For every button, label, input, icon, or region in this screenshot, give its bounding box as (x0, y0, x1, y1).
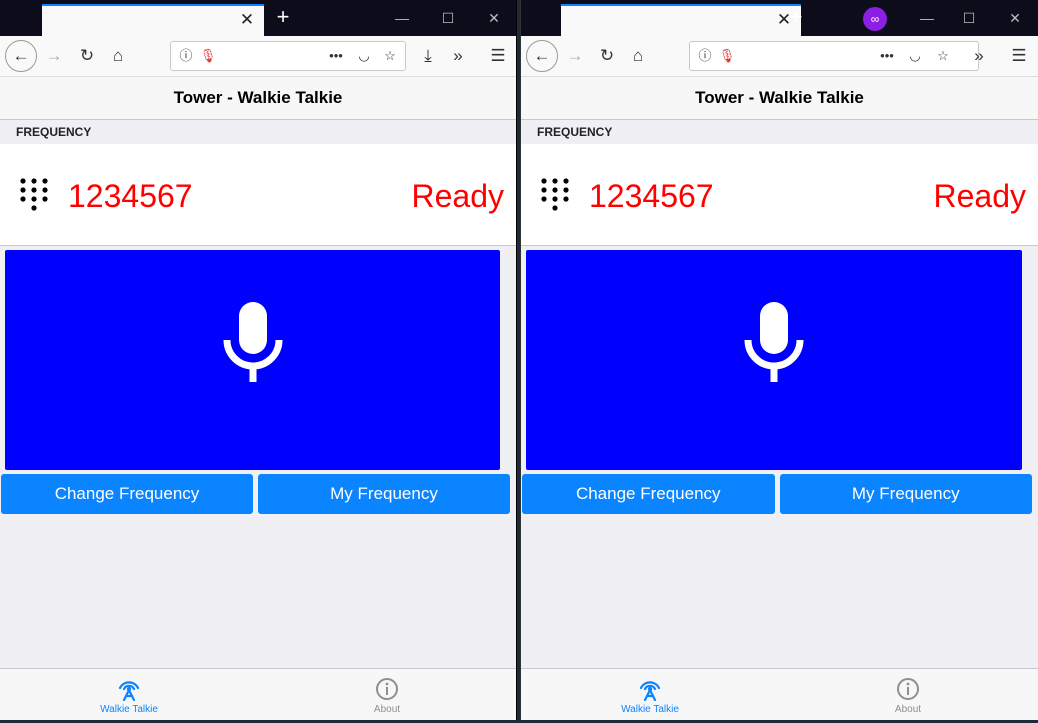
push-to-talk-button[interactable] (526, 250, 1022, 470)
titlebar: ✕ + ∞ — ☐ ✕ (521, 0, 1038, 36)
menu-icon[interactable]: ☰ (1005, 42, 1033, 70)
titlebar: ✕ + — ☐ ✕ (0, 0, 516, 36)
maximize-icon[interactable]: ☐ (426, 4, 470, 32)
my-frequency-button[interactable]: My Frequency (779, 474, 1032, 514)
minimize-icon[interactable]: — (905, 4, 949, 32)
info-icon (897, 678, 919, 700)
microphone-icon (744, 302, 804, 382)
microphone-icon (223, 302, 282, 382)
dialpad-icon (20, 178, 48, 211)
reload-icon[interactable]: ↻ (73, 42, 101, 70)
browser-window-right: ✕ + ∞ — ☐ ✕ ← → ↻ ⌂ ⓘ 🎙 ••• ◡ ☆ » ☰ Towe… (520, 0, 1038, 720)
frequency-value: 1234567 (68, 178, 193, 214)
info-icon (376, 678, 398, 700)
tab-about[interactable]: About (258, 669, 516, 720)
radio-tower-icon (639, 681, 661, 701)
change-frequency-button[interactable]: Change Frequency (1, 474, 253, 514)
tab-bar: Walkie Talkie About (521, 668, 1038, 720)
tab-label: About (373, 704, 401, 715)
status-text: Ready (933, 178, 1027, 214)
close-window-icon[interactable]: ✕ (472, 4, 516, 32)
pocket-icon[interactable]: ◡ (906, 47, 924, 65)
button-row: Change Frequency My Frequency (1, 474, 510, 514)
menu-icon[interactable]: ☰ (484, 42, 512, 70)
browser-window-left: ✕ + — ☐ ✕ ← → ↻ ⌂ ⓘ 🎙 ••• ◡ ☆ ⤓ » ☰ Towe… (0, 0, 517, 720)
page-title: Tower - Walkie Talkie (0, 77, 516, 120)
close-tab-icon[interactable]: ✕ (238, 11, 256, 29)
url-bar[interactable]: ⓘ 🎙 ••• ◡ ☆ (689, 41, 979, 71)
reload-icon[interactable]: ↻ (593, 42, 621, 70)
microphone-permission-icon[interactable]: 🎙 (199, 47, 217, 65)
push-to-talk-button[interactable] (5, 250, 500, 470)
back-icon[interactable]: ← (5, 40, 37, 72)
home-icon[interactable]: ⌂ (624, 42, 652, 70)
back-icon[interactable]: ← (526, 40, 558, 72)
tab-walkie-talkie[interactable]: Walkie Talkie (521, 669, 779, 720)
frequency-row: 1234567 Ready (521, 144, 1038, 246)
star-icon[interactable]: ☆ (934, 47, 952, 65)
section-header-frequency: FREQUENCY (0, 120, 516, 144)
close-window-icon[interactable]: ✕ (993, 4, 1037, 32)
browser-tab[interactable]: ✕ (561, 4, 801, 36)
dialpad-icon (541, 178, 569, 211)
minimize-icon[interactable]: — (380, 4, 424, 32)
maximize-icon[interactable]: ☐ (947, 4, 991, 32)
new-tab-icon[interactable]: + (783, 4, 809, 30)
tab-label: Walkie Talkie (621, 704, 679, 715)
browser-tab[interactable]: ✕ (42, 4, 264, 36)
more-icon[interactable]: ••• (327, 47, 345, 65)
more-icon[interactable]: ••• (878, 47, 896, 65)
page-title: Tower - Walkie Talkie (521, 77, 1038, 120)
forward-icon[interactable]: → (561, 42, 589, 70)
frequency-value: 1234567 (589, 178, 714, 214)
my-frequency-button[interactable]: My Frequency (258, 474, 510, 514)
new-tab-icon[interactable]: + (270, 4, 296, 30)
overflow-icon[interactable]: » (965, 42, 993, 70)
url-bar[interactable]: ⓘ 🎙 ••• ◡ ☆ (170, 41, 406, 71)
tab-walkie-talkie[interactable]: Walkie Talkie (0, 669, 258, 720)
button-row: Change Frequency My Frequency (522, 474, 1032, 514)
status-text: Ready (411, 178, 505, 214)
tab-bar: Walkie Talkie About (0, 668, 516, 720)
radio-tower-icon (118, 681, 140, 701)
browser-toolbar: ← → ↻ ⌂ ⓘ 🎙 ••• ◡ ☆ » ☰ (521, 36, 1038, 77)
tab-label: About (894, 704, 922, 715)
private-browsing-icon: ∞ (863, 7, 887, 31)
home-icon[interactable]: ⌂ (104, 42, 132, 70)
frequency-row: 1234567 Ready (0, 144, 516, 246)
microphone-permission-icon[interactable]: 🎙 (718, 47, 736, 65)
change-frequency-button[interactable]: Change Frequency (522, 474, 775, 514)
forward-icon[interactable]: → (40, 42, 68, 70)
star-icon[interactable]: ☆ (381, 47, 399, 65)
tab-label: Walkie Talkie (100, 704, 158, 715)
info-icon[interactable]: ⓘ (177, 47, 195, 65)
info-icon[interactable]: ⓘ (696, 47, 714, 65)
download-icon[interactable]: ⤓ (414, 42, 442, 70)
section-header-frequency: FREQUENCY (521, 120, 1038, 144)
tab-about[interactable]: About (779, 669, 1037, 720)
browser-toolbar: ← → ↻ ⌂ ⓘ 🎙 ••• ◡ ☆ ⤓ » ☰ (0, 36, 516, 77)
pocket-icon[interactable]: ◡ (355, 47, 373, 65)
overflow-icon[interactable]: » (444, 42, 472, 70)
